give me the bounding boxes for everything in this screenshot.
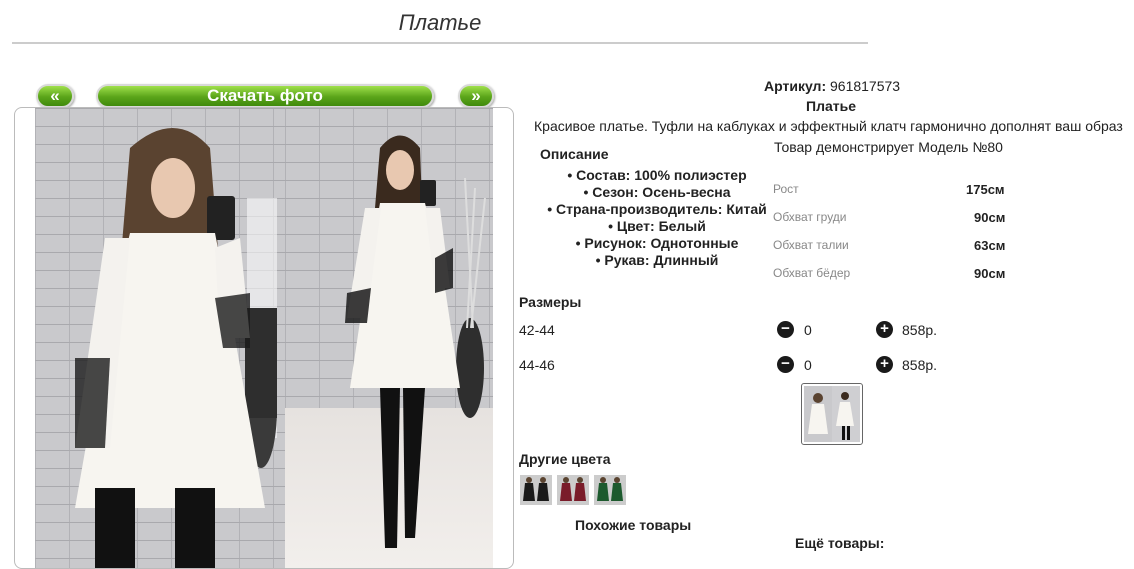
- model-param-value: 63см: [974, 238, 1006, 253]
- size-price: 858р.: [902, 357, 938, 373]
- description-list: Состав: 100% полиэстер Сезон: Осень-весн…: [530, 167, 784, 269]
- article-label: Артикул:: [764, 78, 827, 94]
- photo-full-view: [285, 108, 493, 568]
- similar-products-heading: Похожие товары: [575, 517, 692, 533]
- color-swatch-black: [520, 475, 552, 505]
- quantity-value[interactable]: 0: [804, 357, 812, 373]
- description-item: Сезон: Осень-весна: [530, 184, 784, 201]
- description-item: Цвет: Белый: [530, 218, 784, 235]
- plus-icon[interactable]: +: [876, 321, 893, 338]
- size-label: 44-46: [519, 357, 555, 373]
- model-param-label: Обхват груди: [773, 210, 847, 224]
- thumbnail-image: [804, 386, 860, 442]
- other-colors-heading: Другие цвета: [519, 451, 611, 467]
- page-title: Платье: [12, 10, 868, 44]
- description-item: Рукав: Длинный: [530, 252, 784, 269]
- plus-icon[interactable]: +: [876, 356, 893, 373]
- model-param-value: 90см: [974, 210, 1006, 225]
- article-line: Артикул: 961817573: [764, 78, 900, 94]
- other-colors-swatches[interactable]: [520, 475, 626, 505]
- description-item: Страна-производитель: Китай: [530, 201, 784, 218]
- model-param-value: 90см: [974, 266, 1006, 281]
- download-photo-button[interactable]: Скачать фото: [96, 84, 434, 108]
- product-name: Платье: [806, 98, 856, 114]
- product-photo[interactable]: [14, 107, 514, 569]
- model-figure-full: [345, 135, 486, 548]
- model-heading: Товар демонстрирует Модель №80: [774, 139, 1003, 155]
- quantity-value[interactable]: 0: [804, 322, 812, 338]
- minus-icon[interactable]: −: [777, 321, 794, 338]
- size-label: 42-44: [519, 322, 555, 338]
- next-photo-button[interactable]: »: [458, 84, 494, 108]
- prev-photo-button[interactable]: «: [36, 84, 74, 108]
- description-item: Состав: 100% полиэстер: [530, 167, 784, 184]
- photo-front-view: [35, 108, 285, 568]
- product-thumbnail[interactable]: [801, 383, 863, 445]
- model-param-value: 175см: [966, 182, 1005, 197]
- model-param-label: Рост: [773, 182, 799, 196]
- size-price: 858р.: [902, 322, 938, 338]
- model-param-label: Обхват бёдер: [773, 266, 851, 280]
- description-item: Рисунок: Однотонные: [530, 235, 784, 252]
- model-figure-front: [75, 128, 277, 568]
- product-tagline: Красивое платье. Туфли на каблуках и эфф…: [534, 118, 1123, 134]
- model-param-label: Обхват талии: [773, 238, 849, 252]
- color-swatch-green: [594, 475, 626, 505]
- minus-icon[interactable]: −: [777, 356, 794, 373]
- description-heading: Описание: [540, 146, 609, 162]
- more-products-heading: Ещё товары:: [795, 535, 885, 551]
- article-value: 961817573: [830, 78, 901, 94]
- sizes-heading: Размеры: [519, 294, 582, 310]
- color-swatch-burgundy: [557, 475, 589, 505]
